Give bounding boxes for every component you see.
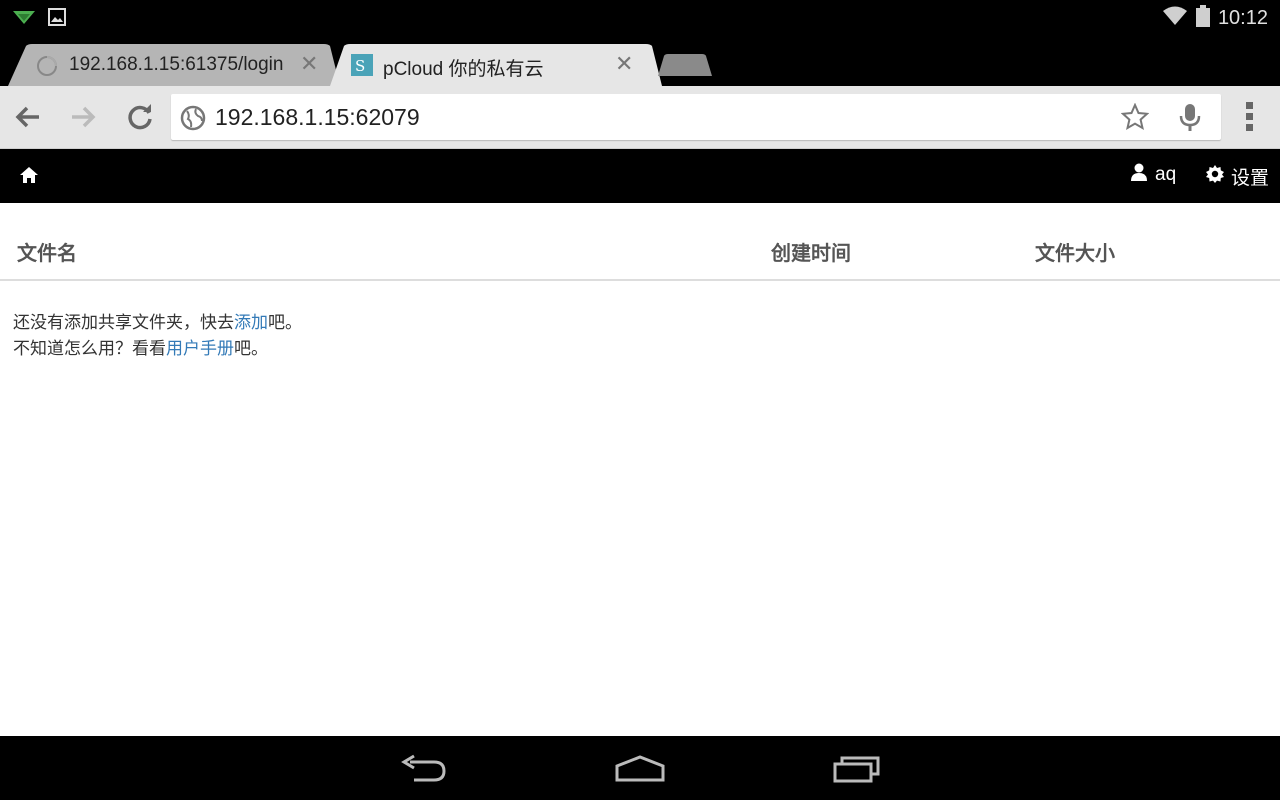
url-text: 192.168.1.15:62079 [215,104,420,130]
image-notification-icon [48,8,66,30]
star-icon[interactable] [1120,102,1150,135]
forward-arrow-icon [72,106,96,128]
reload-button[interactable] [123,100,157,134]
tab-pcloud[interactable]: S pCloud 你的私有云 ✕ [330,44,662,86]
overflow-menu-icon [1246,102,1253,131]
home-nav-icon[interactable] [614,754,666,788]
tab-strip: 192.168.1.15:61375/login ✕ S pCloud 你的私有… [0,36,1280,86]
add-link[interactable]: 添加 [234,313,268,333]
loading-spinner-icon [36,55,58,81]
file-table-header: 文件名 创建时间 文件大小 [0,203,1280,281]
home-icon[interactable] [19,166,39,188]
column-file-size[interactable]: 文件大小 [1035,237,1115,266]
tab-login[interactable]: 192.168.1.15:61375/login ✕ [8,44,340,86]
back-button[interactable] [11,100,45,134]
wifi-icon [1162,6,1188,30]
svg-text:S: S [355,57,365,75]
forward-button[interactable] [66,100,100,134]
tab-title: 192.168.1.15:61375/login [69,54,284,75]
empty-state-message: 还没有添加共享文件夹，快去添加吧。 不知道怎么用？看看用户手册吧。 [13,310,302,362]
pcloud-favicon-icon: S [351,54,373,80]
new-tab-button[interactable] [658,44,714,86]
user-manual-link[interactable]: 用户手册 [166,339,234,359]
username: aq [1155,164,1177,185]
omnibox[interactable]: 192.168.1.15:62079 [171,94,1221,140]
close-icon[interactable]: ✕ [615,52,633,77]
app-navbar: aq 设置 [0,149,1280,203]
back-arrow-icon [15,106,39,128]
globe-icon [180,105,206,135]
back-nav-icon[interactable] [400,754,448,788]
user-menu[interactable]: aq [1131,163,1176,187]
gear-icon [1206,165,1224,188]
close-icon[interactable]: ✕ [300,52,318,77]
menu-button[interactable] [1234,100,1266,134]
settings-menu[interactable]: 设置 [1206,163,1269,190]
recent-apps-icon[interactable] [832,754,882,788]
settings-label: 设置 [1231,167,1270,189]
microphone-icon[interactable] [1179,103,1201,137]
system-navigation-bar [0,736,1280,800]
column-filename[interactable]: 文件名 [17,237,77,266]
column-created-time[interactable]: 创建时间 [771,237,851,266]
reload-icon [128,104,152,130]
message-line-2: 不知道怎么用？看看用户手册吧。 [13,339,268,359]
tab-title: pCloud 你的私有云 [383,59,544,80]
status-bar: 10:12 [0,0,1280,36]
notification-arrow-icon [12,8,36,30]
browser-toolbar: 192.168.1.15:62079 [0,86,1280,149]
battery-icon [1195,5,1210,31]
user-icon [1131,163,1147,187]
message-line-1: 还没有添加共享文件夹，快去添加吧。 [13,313,302,333]
clock: 10:12 [1217,6,1268,29]
